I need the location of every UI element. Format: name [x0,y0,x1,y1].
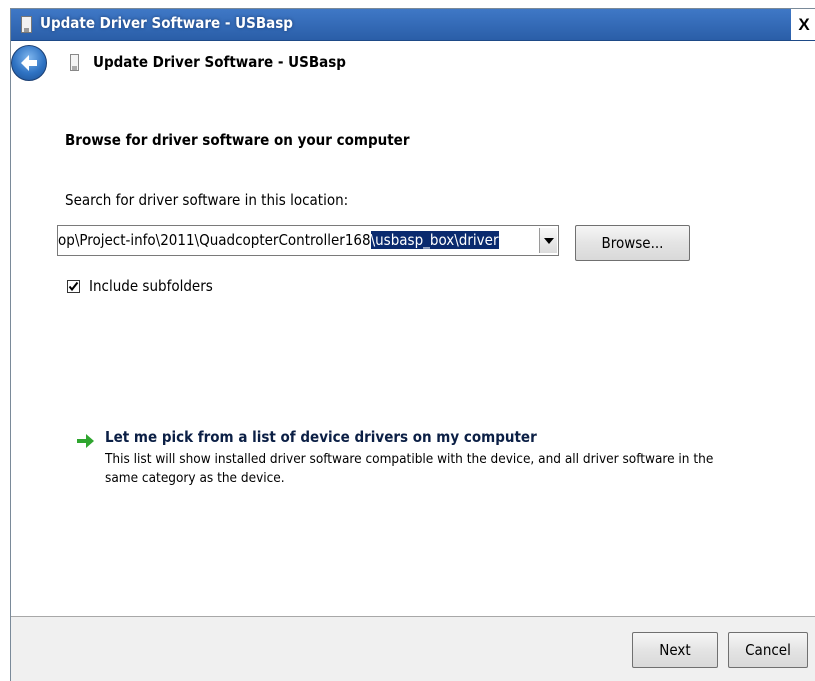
pick-from-list-description: This list will show installed driver sof… [105,451,714,486]
back-button[interactable] [11,45,47,81]
chevron-down-icon[interactable] [539,228,557,253]
path-text-unselected: op\Project-info\2011\QuadcopterControlle… [58,231,371,249]
back-arrow-icon [21,55,37,71]
include-subfolders-label[interactable]: Include subfolders [89,277,213,295]
include-subfolders-checkbox[interactable] [67,280,80,293]
next-button[interactable]: Next [632,632,718,668]
path-text-selected: \usbasp_box\driver [370,231,499,249]
content-panel: Browse for driver software on your compu… [11,85,815,617]
window-title: Update Driver Software - USBasp [40,14,293,32]
green-arrow-icon[interactable] [77,433,95,449]
search-location-label: Search for driver software in this locat… [65,191,349,209]
dialog-window: Update Driver Software - USBasp X Update… [10,8,815,681]
page-title: Update Driver Software - USBasp [93,53,346,71]
usb-device-icon [70,54,79,71]
pick-from-list-link[interactable]: Let me pick from a list of device driver… [105,428,537,446]
close-button[interactable]: X [791,9,815,40]
check-icon [68,281,79,292]
path-combobox[interactable]: op\Project-info\2011\QuadcopterControlle… [57,225,559,256]
usb-device-icon [21,16,32,33]
title-bar[interactable]: Update Driver Software - USBasp X [11,9,815,41]
section-heading: Browse for driver software on your compu… [65,131,410,149]
path-input-text[interactable]: op\Project-info\2011\QuadcopterControlle… [58,231,499,249]
nav-header: Update Driver Software - USBasp [11,41,815,85]
browse-button[interactable]: Browse... [575,225,690,261]
cancel-button[interactable]: Cancel [728,632,808,668]
